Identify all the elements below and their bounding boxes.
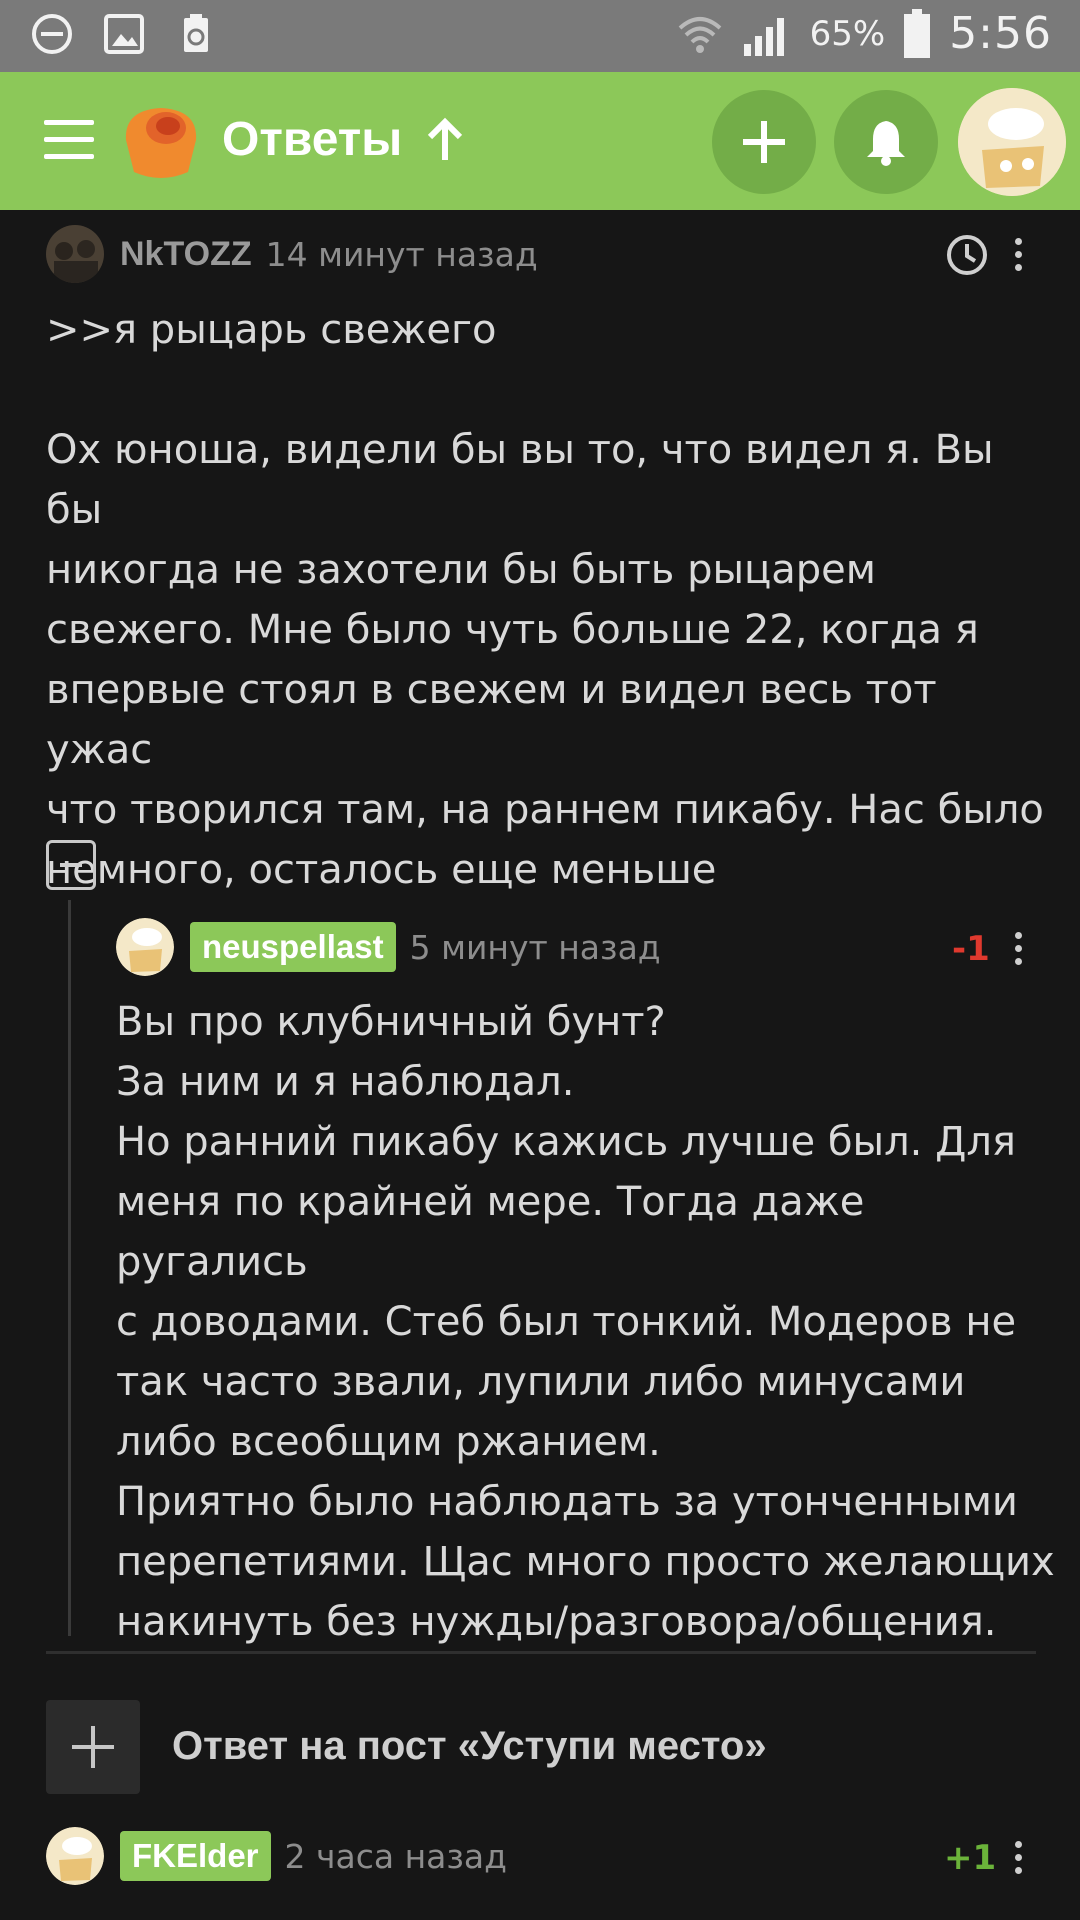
menu-icon[interactable] [44, 120, 94, 160]
status-bar: 65% 5:56 [0, 0, 1080, 72]
comment-text: Вы про клубничный бунт? За ним и я наблю… [116, 999, 1055, 1645]
collapse-thread-button[interactable] [46, 840, 96, 890]
page-title: Ответы [222, 113, 403, 166]
comment-time: 14 минут назад [265, 234, 538, 274]
wifi-icon [678, 16, 721, 53]
more-icon[interactable] [1012, 932, 1024, 972]
comment-text: >>я рыцарь свежего Ох юноша, видели бы в… [46, 307, 1044, 893]
bell-icon [867, 121, 905, 166]
avatar[interactable] [46, 1827, 104, 1885]
comment-author[interactable]: neuspellast [190, 922, 396, 972]
battery-icon [904, 8, 931, 58]
more-icon[interactable] [1012, 238, 1024, 278]
comment-time: 2 часа назад [284, 1836, 507, 1876]
recycle-icon [184, 14, 208, 52]
signal-icon [743, 17, 784, 56]
do-not-disturb-icon [32, 14, 72, 54]
comment-author[interactable]: FKElder [120, 1831, 271, 1881]
add-post-button[interactable] [712, 90, 816, 194]
divider [46, 1651, 1036, 1654]
comment-time: 5 минут назад [409, 927, 661, 967]
avatar[interactable] [116, 918, 174, 976]
clock: 5:56 [949, 8, 1052, 59]
comment-header: neuspellast 5 минут назад [116, 917, 661, 977]
notifications-button[interactable] [834, 90, 938, 194]
avatar[interactable] [958, 88, 1066, 196]
comment-author[interactable]: NkTOZZ [120, 235, 252, 274]
arrow-up-icon[interactable] [420, 116, 470, 166]
clock-icon[interactable] [946, 234, 988, 276]
battery-percent: 65% [809, 13, 886, 54]
app-bar: Ответы [0, 72, 1080, 210]
comment-header: FKElder 2 часа назад [46, 1826, 507, 1886]
thread-line [68, 900, 71, 1636]
more-icon[interactable] [1012, 1841, 1024, 1881]
comment-header: NkTOZZ 14 минут назад [46, 224, 538, 284]
expand-reply-button[interactable] [46, 1700, 140, 1794]
avatar[interactable] [46, 225, 104, 283]
reply-to-post-link[interactable]: Ответ на пост «Уступи место» [172, 1724, 767, 1769]
cupcake-logo[interactable] [118, 98, 204, 184]
comment-rating: -1 [952, 929, 990, 969]
comment-rating: +1 [944, 1838, 997, 1878]
plus-icon [743, 121, 785, 163]
gallery-icon [104, 14, 144, 54]
